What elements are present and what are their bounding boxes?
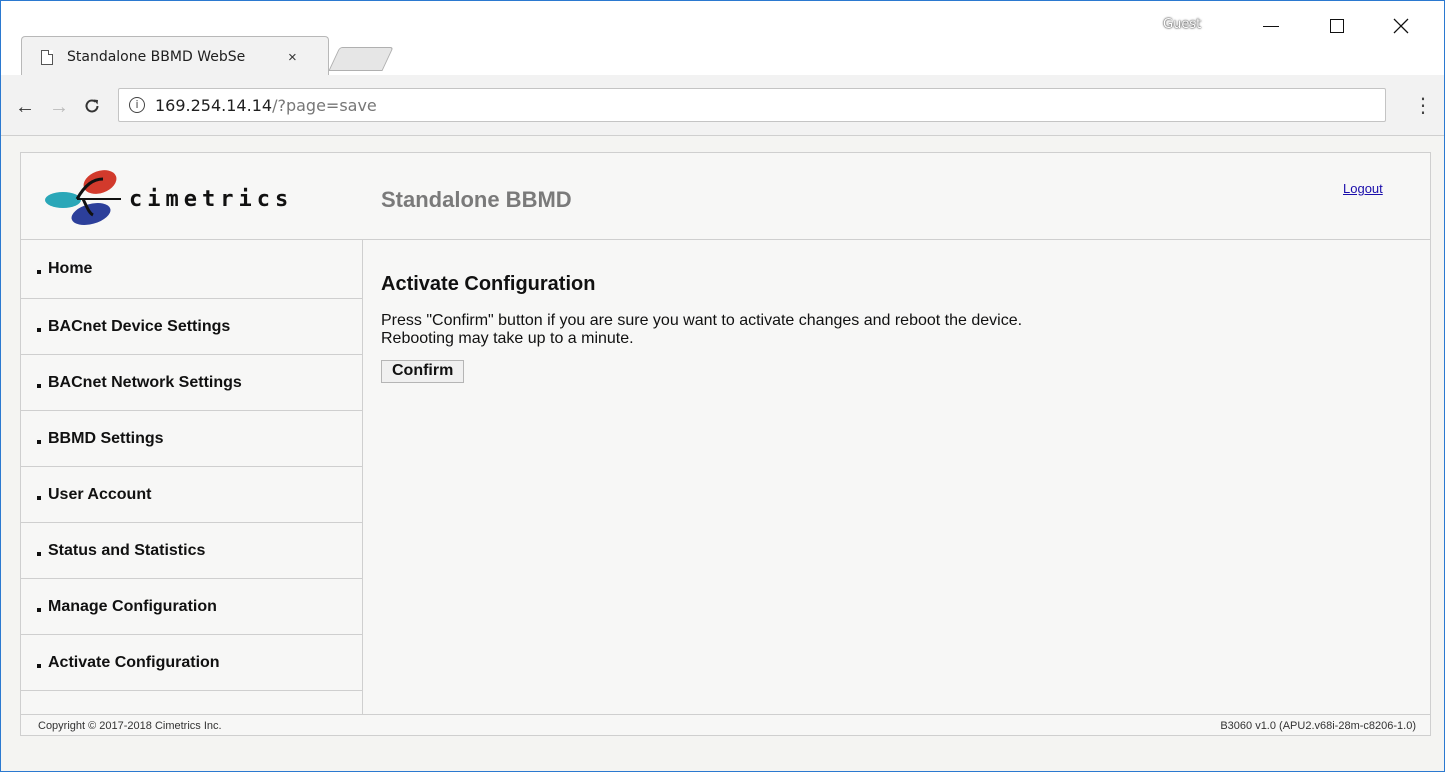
reload-icon[interactable] (83, 97, 101, 119)
bullet-icon (37, 495, 41, 500)
sidebar-item-status-and-statistics[interactable]: Status and Statistics (21, 523, 362, 579)
browser-toolbar: ← → i 169.254.14.14/?page=save ⋮ (1, 75, 1444, 136)
minimize-button[interactable] (1248, 11, 1294, 41)
sidebar-item-label: Home (48, 260, 93, 277)
instruction-text: Press "Confirm" button if you are sure y… (381, 312, 1023, 329)
sidebar-item-bbmd-settings[interactable]: BBMD Settings (21, 411, 362, 467)
back-arrow-icon[interactable]: ← (15, 97, 35, 117)
url-path: /?page=save (272, 95, 377, 115)
maximize-icon (1330, 19, 1344, 33)
bullet-icon (37, 439, 41, 444)
tab-content[interactable]: Standalone BBMD WebSe × (37, 39, 327, 75)
page-footer: Copyright © 2017-2018 Cimetrics Inc. B30… (21, 714, 1430, 736)
tab-close-icon[interactable]: × (288, 49, 297, 66)
sidebar-item-bacnet-network-settings[interactable]: BACnet Network Settings (21, 355, 362, 411)
sidebar-item-label: User Account (48, 485, 152, 503)
sidebar-item-user-account[interactable]: User Account (21, 467, 362, 523)
url-host: 169.254.14.14 (155, 95, 273, 115)
new-tab-button[interactable] (328, 47, 394, 71)
title-bar: Standalone BBMD WebSe × Guest (1, 1, 1444, 77)
sidebar-item-bacnet-device-settings[interactable]: BACnet Device Settings (21, 299, 362, 355)
sidebar-item-label: BACnet Device Settings (48, 317, 231, 335)
menu-icon[interactable]: ⋮ (1413, 95, 1433, 115)
page-heading: Activate Configuration (381, 273, 596, 295)
sidebar-item-label: Status and Statistics (48, 541, 206, 559)
forward-arrow-icon[interactable]: → (49, 97, 69, 117)
sidebar-item-home[interactable]: Home (21, 240, 362, 299)
sidebar-item-activate-configuration[interactable]: Activate Configuration (21, 635, 362, 691)
reload-icon-svg (85, 99, 99, 113)
site-title: Standalone BBMD (381, 187, 572, 212)
page-icon (41, 49, 53, 65)
bullet-icon (37, 607, 41, 612)
tab-title: Standalone BBMD WebSe (67, 49, 246, 65)
web-page: cimetrics Standalone BBMD Logout Home BA… (20, 152, 1431, 736)
sidebar-item-manage-configuration[interactable]: Manage Configuration (21, 579, 362, 635)
page-header: cimetrics Standalone BBMD Logout (21, 153, 1430, 240)
copyright-text: Copyright © 2017-2018 Cimetrics Inc. (38, 720, 222, 732)
bullet-icon (37, 327, 41, 332)
reboot-note: Rebooting may take up to a minute. (381, 330, 634, 347)
bullet-icon (37, 663, 41, 668)
info-icon[interactable]: i (129, 97, 145, 113)
minimize-icon (1263, 25, 1279, 27)
sidebar-item-label: BBMD Settings (48, 429, 164, 447)
logo-text: cimetrics (129, 187, 294, 212)
maximize-button[interactable] (1314, 11, 1360, 41)
logout-link[interactable]: Logout (1343, 181, 1383, 196)
browser-window: Standalone BBMD WebSe × Guest ← → i 169.… (0, 0, 1445, 772)
profile-label[interactable]: Guest (1163, 17, 1201, 32)
cimetrics-logo: cimetrics (33, 165, 333, 227)
close-window-button[interactable] (1378, 11, 1424, 41)
main-content: Activate Configuration Press "Confirm" b… (381, 273, 1381, 383)
sidebar-item-label: BACnet Network Settings (48, 373, 242, 391)
sidebar-nav: Home BACnet Device Settings BACnet Netwo… (21, 240, 363, 714)
close-icon (1393, 18, 1409, 34)
bullet-icon (37, 383, 41, 388)
address-bar[interactable]: i 169.254.14.14/?page=save (118, 88, 1386, 122)
bullet-icon (37, 270, 41, 274)
sidebar-item-label: Manage Configuration (48, 597, 217, 615)
page-viewport: cimetrics Standalone BBMD Logout Home BA… (1, 136, 1444, 771)
logo-icon (45, 170, 121, 225)
bullet-icon (37, 551, 41, 556)
sidebar-item-label: Activate Configuration (48, 653, 220, 671)
confirm-button[interactable]: Confirm (381, 360, 465, 383)
version-text: B3060 v1.0 (APU2.v68i-28m-c8206-1.0) (1220, 720, 1416, 732)
